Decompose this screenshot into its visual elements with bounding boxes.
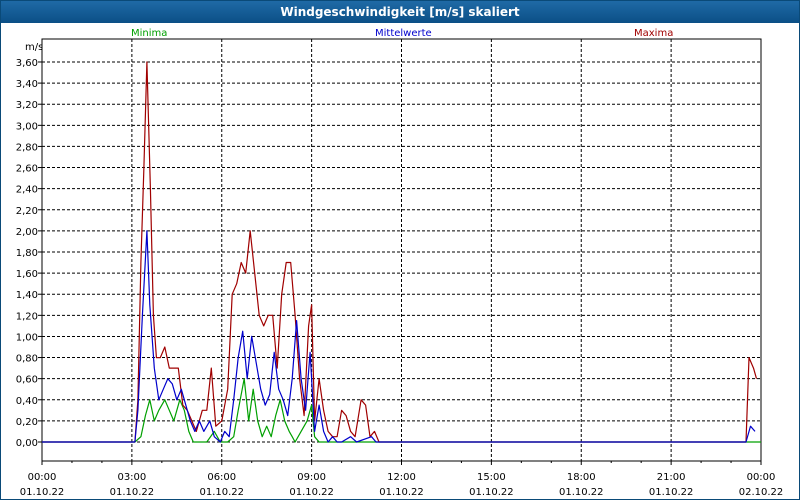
x-tick-date: 01.10.22 [199,487,244,498]
y-tick-label: 1,80 [16,248,38,259]
x-tick-date: 01.10.22 [110,487,155,498]
y-tick-label: 3,40 [16,79,38,90]
legend-minima: Minima [131,28,167,39]
x-tick-date: 01.10.22 [649,487,694,498]
y-tick-label: 0,60 [16,375,38,386]
y-tick-label: 0,00 [16,438,38,449]
x-tick-date: 01.10.22 [379,487,424,498]
x-tick-date: 02.10.22 [739,487,784,498]
y-tick-label: 1,20 [16,311,38,322]
x-tick-time: 03:00 [117,472,146,483]
x-tick-date: 01.10.22 [20,487,65,498]
x-tick-time: 18:00 [567,472,596,483]
x-tick-time: 15:00 [477,472,506,483]
y-tick-label: 3,60 [16,58,38,69]
x-tick-time: 06:00 [207,472,236,483]
y-tick-label: 1,60 [16,269,38,280]
y-tick-label: 1,40 [16,290,38,301]
legend-mittelwerte: Mittelwerte [375,28,432,39]
x-tick-time: 00:00 [747,472,776,483]
chart-window: Windgeschwindigkeit [m/s] skaliert m/s M… [0,0,800,500]
x-tick-time: 12:00 [387,472,416,483]
x-tick-time: 09:00 [297,472,326,483]
y-tick-label: 3,00 [16,121,38,132]
y-tick-label: 2,40 [16,185,38,196]
x-tick-time: 00:00 [28,472,57,483]
y-tick-label: 3,20 [16,100,38,111]
legend-maxima: Maxima [634,28,673,39]
x-tick-time: 21:00 [657,472,686,483]
y-axis-label: m/s [25,42,43,53]
y-tick-label: 0,80 [16,354,38,365]
y-tick-label: 0,20 [16,417,38,428]
x-tick-date: 01.10.22 [469,487,514,498]
y-tick-label: 1,00 [16,332,38,343]
x-tick-date: 01.10.22 [289,487,334,498]
y-tick-label: 2,60 [16,164,38,175]
y-tick-label: 2,80 [16,142,38,153]
y-tick-label: 2,00 [16,227,38,238]
chart-canvas: m/s Minima Mittelwerte Maxima 0,00 0,20 0,… [16,28,784,498]
y-tick-label: 2,20 [16,206,38,217]
x-tick-date: 01.10.22 [559,487,604,498]
y-tick-label: 0,40 [16,396,38,407]
